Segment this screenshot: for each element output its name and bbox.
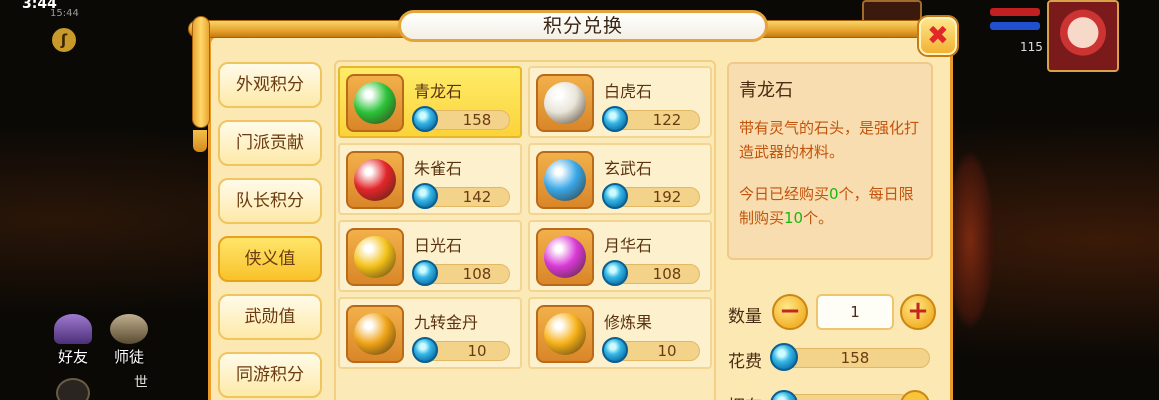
limit-bought-count: 0 bbox=[829, 185, 839, 203]
item-card[interactable]: 日光石 108 bbox=[338, 220, 522, 292]
green-dragon-stone-icon bbox=[346, 74, 404, 132]
points-exchange-dialog: 积分兑换 ✖ 外观积分 门派贡献 队长积分 侠义值 武勋值 同游积分 青龙石 158 白虎石 1… bbox=[188, 10, 958, 400]
item-orb bbox=[354, 159, 396, 201]
item-orb bbox=[544, 82, 586, 124]
cost-label: 花费 bbox=[728, 352, 762, 372]
item-name: 玄武石 bbox=[604, 159, 653, 178]
detail-item-name: 青龙石 bbox=[739, 80, 793, 101]
item-name: 日光石 bbox=[414, 236, 463, 255]
limit-pre: 今日已经购买 bbox=[739, 185, 830, 203]
item-orb bbox=[544, 236, 586, 278]
master-label: 师徒 bbox=[113, 348, 144, 366]
item-orb bbox=[354, 236, 396, 278]
status-subtime: 15:44 bbox=[50, 8, 79, 19]
item-orb bbox=[544, 313, 586, 355]
item-card[interactable]: 玄武石 192 bbox=[528, 143, 712, 215]
chivalry-coin-icon bbox=[412, 337, 438, 363]
owned-label: 拥有 bbox=[728, 392, 762, 400]
item-name: 修炼果 bbox=[604, 313, 653, 332]
dialog-title-plate: 积分兑换 bbox=[398, 10, 768, 42]
item-name: 月华石 bbox=[604, 236, 653, 255]
item-name: 青龙石 bbox=[414, 82, 463, 101]
limit-post: 个。 bbox=[803, 209, 834, 227]
detail-purchase-limit: 今日已经购买0个，每日限制购买10个。 bbox=[739, 182, 921, 230]
cultivation-fruit-icon bbox=[536, 305, 594, 363]
chivalry-coin-icon bbox=[412, 183, 438, 209]
hp-bar bbox=[990, 8, 1040, 16]
item-card[interactable]: 修炼果 10 bbox=[528, 297, 712, 369]
black-tortoise-stone-icon bbox=[536, 151, 594, 209]
item-card[interactable]: 月华石 108 bbox=[528, 220, 712, 292]
moonlight-stone-icon bbox=[536, 228, 594, 286]
master-apprentice-button[interactable]: 师徒 bbox=[106, 314, 152, 367]
scroll-tassel bbox=[193, 130, 207, 152]
white-tiger-stone-icon bbox=[536, 74, 594, 132]
item-detail-panel: 青龙石 带有灵气的石头，是强化打造武器的材料。 今日已经购买0个，每日限制购买1… bbox=[727, 62, 933, 260]
tab-3[interactable]: 队长积分 bbox=[218, 178, 322, 224]
dialog-title: 积分兑换 bbox=[542, 15, 623, 37]
limit-max-count: 10 bbox=[784, 209, 804, 227]
owned-value bbox=[780, 394, 910, 400]
item-orb bbox=[354, 313, 396, 355]
master-icon bbox=[110, 314, 148, 344]
player-level: 115 bbox=[1020, 40, 1043, 54]
item-card[interactable]: 白虎石 122 bbox=[528, 66, 712, 138]
friends-label: 好友 bbox=[57, 348, 88, 366]
quantity-plus-button[interactable]: + bbox=[900, 294, 936, 330]
items-grid: 青龙石 158 白虎石 122 朱雀石 142 玄武石 192 日光石 108 月华石 108 九转金丹… bbox=[334, 60, 716, 400]
item-orb bbox=[354, 82, 396, 124]
friends-button[interactable]: 好友 bbox=[50, 314, 96, 367]
tab-1[interactable]: 外观积分 bbox=[218, 62, 322, 108]
vermilion-bird-stone-icon bbox=[346, 151, 404, 209]
chat-icon[interactable] bbox=[56, 378, 90, 400]
world-channel-label[interactable]: 世 bbox=[134, 372, 148, 392]
tab-2[interactable]: 门派贡献 bbox=[218, 120, 322, 166]
chivalry-coin-icon bbox=[412, 260, 438, 286]
close-icon: ✖ bbox=[927, 21, 949, 51]
tab-5[interactable]: 武勋值 bbox=[218, 294, 322, 340]
chivalry-coin-icon bbox=[602, 183, 628, 209]
cost-value: 158 bbox=[780, 348, 930, 368]
mp-bar bbox=[990, 22, 1040, 30]
close-button[interactable]: ✖ bbox=[919, 17, 957, 55]
detail-description: 带有灵气的石头，是强化打造武器的材料。 bbox=[739, 119, 920, 161]
golden-elixir-icon bbox=[346, 305, 404, 363]
item-name: 白虎石 bbox=[604, 82, 653, 101]
chivalry-coin-icon bbox=[602, 337, 628, 363]
chivalry-coin-icon bbox=[412, 106, 438, 132]
quantity-label: 数量 bbox=[728, 307, 762, 327]
sunlight-stone-icon bbox=[346, 228, 404, 286]
player-portrait-avatar[interactable] bbox=[1047, 0, 1119, 72]
friends-icon bbox=[54, 314, 92, 344]
quantity-input[interactable]: 1 bbox=[816, 294, 894, 330]
scroll-left-knob bbox=[192, 16, 210, 128]
tab-4[interactable]: 侠义值 bbox=[218, 236, 322, 282]
chivalry-coin-icon bbox=[770, 343, 798, 371]
item-card[interactable]: 青龙石 158 bbox=[338, 66, 522, 138]
item-card[interactable]: 九转金丹 10 bbox=[338, 297, 522, 369]
chivalry-coin-icon bbox=[602, 106, 628, 132]
quantity-minus-button[interactable]: − bbox=[772, 294, 808, 330]
quest-icon[interactable]: ʃ bbox=[52, 28, 76, 52]
chivalry-coin-icon bbox=[602, 260, 628, 286]
item-name: 朱雀石 bbox=[414, 159, 463, 178]
item-card[interactable]: 朱雀石 142 bbox=[338, 143, 522, 215]
tab-6[interactable]: 同游积分 bbox=[218, 352, 322, 398]
item-name: 九转金丹 bbox=[414, 313, 479, 332]
item-orb bbox=[544, 159, 586, 201]
